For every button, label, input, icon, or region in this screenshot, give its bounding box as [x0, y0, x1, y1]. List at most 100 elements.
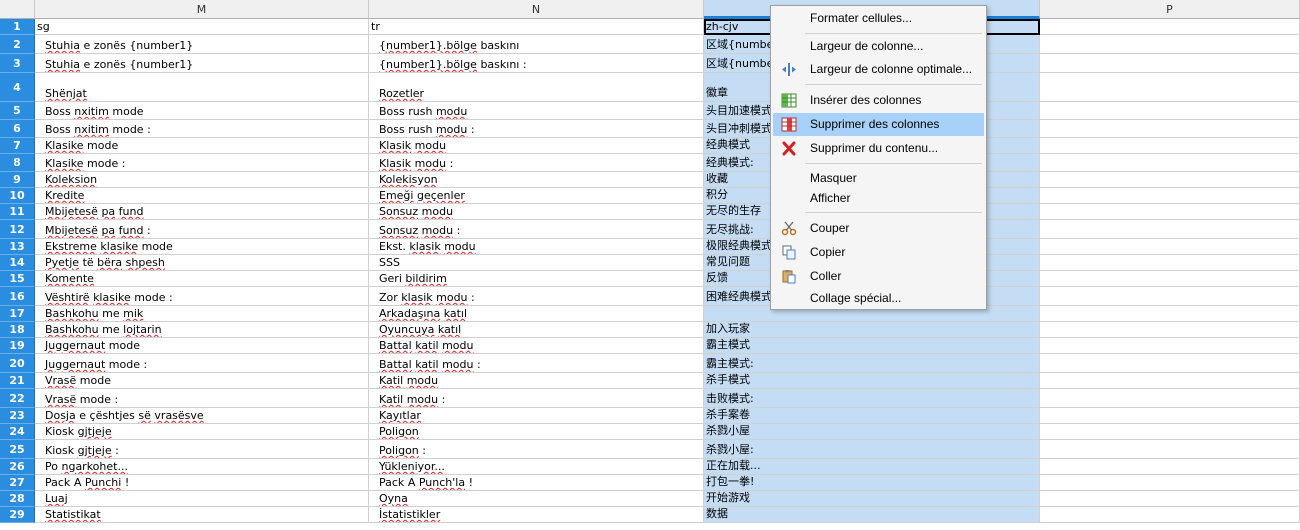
cell-o[interactable]: 数据 [704, 507, 1040, 523]
cell-m[interactable]: Klasike mode [35, 138, 369, 154]
menu-show[interactable]: Afficher [773, 187, 984, 210]
menu-format-cells[interactable]: Formater cellules... [773, 7, 984, 30]
cell-n[interactable]: Klasik modu : [369, 154, 704, 172]
cell-m[interactable]: Vrasë mode : [35, 389, 369, 408]
row-header[interactable]: 13 [0, 239, 35, 255]
cell-n[interactable]: Sonsuz modu : [369, 220, 704, 239]
cell-n[interactable]: {number1}.bölge baskını : [369, 54, 704, 73]
cell-p[interactable] [1040, 424, 1300, 440]
cell-p[interactable] [1040, 120, 1300, 138]
cell-p[interactable] [1040, 338, 1300, 354]
cell-n[interactable]: {number1}.bölge baskını [369, 35, 704, 54]
cell-p[interactable] [1040, 102, 1300, 120]
cell-m[interactable]: Statistikat [35, 507, 369, 523]
cell-n[interactable]: Emeği geçenler [369, 188, 704, 204]
cell-o[interactable]: 杀戮小屋 [704, 424, 1040, 440]
cell-n[interactable]: Yükleniyor... [369, 459, 704, 475]
cell-m[interactable]: Stuhia e zonës {number1} [35, 35, 369, 54]
cell-m[interactable]: Klasike mode : [35, 154, 369, 172]
cell-m[interactable]: Bashkohu me mik [35, 306, 369, 322]
cell-m[interactable]: Boss nxitim mode [35, 102, 369, 120]
cell-n[interactable]: tr [369, 19, 704, 35]
menu-paste-special[interactable]: Collage spécial... [773, 287, 984, 310]
row-header[interactable]: 15 [0, 271, 35, 287]
cell-n[interactable]: Battal katil modu [369, 338, 704, 354]
cell-n[interactable]: Boss rush modu [369, 102, 704, 120]
cell-p[interactable] [1040, 507, 1300, 523]
cell-o[interactable]: 打包一拳! [704, 475, 1040, 491]
cell-o[interactable]: 杀手案卷 [704, 408, 1040, 424]
cell-p[interactable] [1040, 306, 1300, 322]
row-header[interactable]: 1 [0, 19, 35, 35]
row-header[interactable]: 17 [0, 306, 35, 322]
cell-n[interactable]: Kayıtlar [369, 408, 704, 424]
row-header[interactable]: 21 [0, 373, 35, 389]
cell-m[interactable]: Kiosk gjtjeje [35, 424, 369, 440]
row-header[interactable]: 26 [0, 459, 35, 475]
cell-m[interactable]: Bashkohu me lojtarin [35, 322, 369, 338]
cell-n[interactable]: Klasik modu [369, 138, 704, 154]
row-header[interactable]: 7 [0, 138, 35, 154]
row-header[interactable]: 2 [0, 35, 35, 54]
cell-p[interactable] [1040, 220, 1300, 239]
cell-o[interactable]: 击败模式: [704, 389, 1040, 408]
cell-n[interactable]: Katil modu [369, 373, 704, 389]
cell-n[interactable]: Battal katil modu : [369, 354, 704, 373]
row-header[interactable]: 10 [0, 188, 35, 204]
cell-n[interactable]: Rozetler [369, 73, 704, 102]
row-header[interactable]: 12 [0, 220, 35, 239]
cell-m[interactable]: Vrasë mode [35, 373, 369, 389]
cell-p[interactable] [1040, 35, 1300, 54]
menu-delete-contents[interactable]: Supprimer du contenu... [773, 137, 984, 160]
row-header[interactable]: 16 [0, 287, 35, 306]
menu-column-width[interactable]: Largeur de colonne... [773, 35, 984, 58]
cell-m[interactable]: Pyetje të bëra shpesh [35, 255, 369, 271]
row-header[interactable]: 8 [0, 154, 35, 172]
cell-n[interactable]: Pack A Punch'la ! [369, 475, 704, 491]
cell-p[interactable] [1040, 138, 1300, 154]
cell-n[interactable]: Oyuncuya katıl [369, 322, 704, 338]
cell-n[interactable]: İstatistikler [369, 507, 704, 523]
cell-m[interactable]: sg [35, 19, 369, 35]
cell-m[interactable]: Pack A Punchi ! [35, 475, 369, 491]
cell-n[interactable]: Kolekisyon [369, 172, 704, 188]
cell-p[interactable] [1040, 172, 1300, 188]
row-header[interactable]: 19 [0, 338, 35, 354]
cell-p[interactable] [1040, 389, 1300, 408]
cell-p[interactable] [1040, 73, 1300, 102]
cell-o[interactable]: 开始游戏 [704, 491, 1040, 507]
menu-delete-columns[interactable]: Supprimer des colonnes [773, 113, 984, 136]
cell-p[interactable] [1040, 239, 1300, 255]
menu-optimal-column-width[interactable]: Largeur de colonne optimale... [773, 58, 984, 81]
cell-o[interactable]: 正在加载... [704, 459, 1040, 475]
column-header-p[interactable]: P [1040, 0, 1300, 19]
cell-p[interactable] [1040, 475, 1300, 491]
cell-m[interactable]: Vështirë klasike mode : [35, 287, 369, 306]
row-header[interactable]: 11 [0, 204, 35, 220]
cell-p[interactable] [1040, 271, 1300, 287]
row-header[interactable]: 29 [0, 507, 35, 523]
cell-o[interactable]: 霸主模式: [704, 354, 1040, 373]
cell-p[interactable] [1040, 491, 1300, 507]
cell-m[interactable]: Ekstreme klasike mode [35, 239, 369, 255]
row-header[interactable]: 14 [0, 255, 35, 271]
cell-n[interactable]: Sonsuz modu [369, 204, 704, 220]
column-header-m[interactable]: M [35, 0, 369, 19]
cell-n[interactable]: Arkadaşına katıl [369, 306, 704, 322]
cell-n[interactable]: Geri bildirim [369, 271, 704, 287]
row-header[interactable]: 22 [0, 389, 35, 408]
menu-cut[interactable]: Couper [773, 217, 984, 240]
cell-m[interactable]: Juggernaut mode [35, 338, 369, 354]
menu-insert-columns[interactable]: Insérer des colonnes [773, 89, 984, 112]
cell-m[interactable]: Kredite [35, 188, 369, 204]
cell-p[interactable] [1040, 322, 1300, 338]
cell-o[interactable]: 杀戮小屋: [704, 440, 1040, 459]
cell-m[interactable]: Komente [35, 271, 369, 287]
cell-m[interactable]: Po ngarkohet... [35, 459, 369, 475]
cell-n[interactable]: Oyna [369, 491, 704, 507]
cell-m[interactable]: Kiosk gjtjeje : [35, 440, 369, 459]
row-header[interactable]: 24 [0, 424, 35, 440]
menu-paste[interactable]: Coller [773, 265, 984, 288]
cell-n[interactable]: Katil modu : [369, 389, 704, 408]
cell-p[interactable] [1040, 354, 1300, 373]
